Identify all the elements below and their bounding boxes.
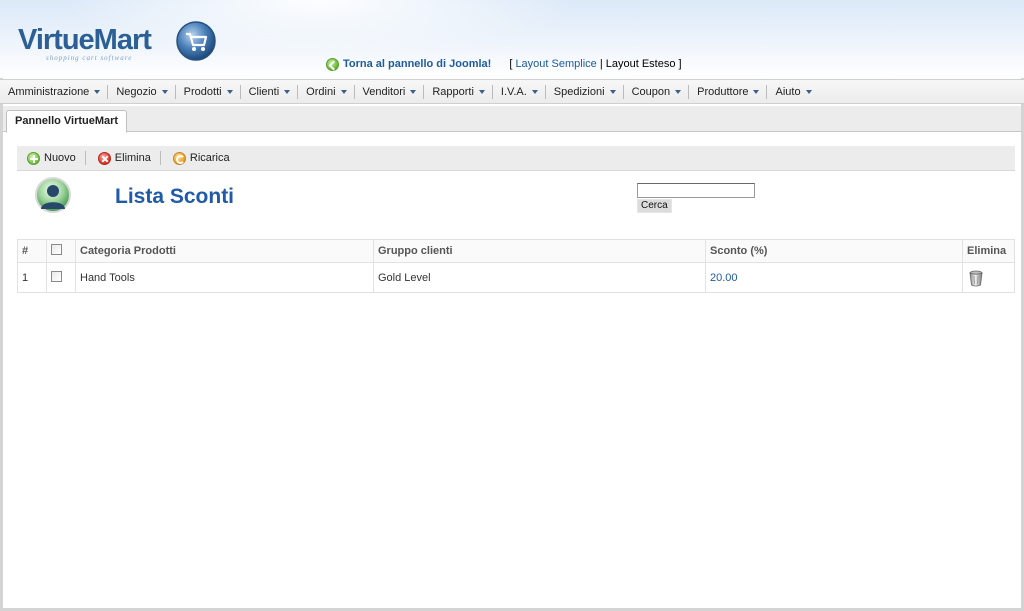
chevron-down-icon bbox=[478, 90, 485, 94]
trash-icon[interactable] bbox=[967, 269, 985, 287]
chevron-down-icon bbox=[161, 90, 168, 94]
col-discount-header[interactable]: Sconto (%) bbox=[705, 239, 963, 263]
menu-label: Ordini bbox=[306, 85, 336, 98]
delete-button-label: Elimina bbox=[114, 152, 151, 164]
col-select-all-header bbox=[46, 239, 76, 263]
chevron-down-icon bbox=[805, 90, 812, 94]
menu-negozio[interactable]: Negozio bbox=[108, 84, 176, 99]
chevron-down-icon bbox=[284, 90, 291, 94]
check-circle-icon bbox=[326, 57, 339, 71]
col-num-header: # bbox=[17, 239, 47, 263]
chevron-down-icon bbox=[753, 90, 760, 94]
new-button[interactable]: Nuovo bbox=[27, 150, 76, 166]
row-category: Hand Tools bbox=[75, 262, 374, 293]
discount-table: # Categoria Prodotti Gruppo clienti Scon… bbox=[17, 239, 1015, 293]
layout-separator: | bbox=[599, 58, 603, 70]
menu-label: Clienti bbox=[248, 85, 280, 98]
col-group-header[interactable]: Gruppo clienti bbox=[373, 239, 706, 263]
toolbar: Nuovo Elimina Ricarica bbox=[17, 146, 1015, 171]
user-group-icon bbox=[35, 177, 71, 213]
row-delete-cell bbox=[962, 262, 1015, 293]
chevron-down-icon bbox=[94, 90, 101, 94]
menu-amministrazione[interactable]: Amministrazione bbox=[0, 84, 109, 99]
menu-label: Rapporti bbox=[432, 85, 474, 98]
menu-venditori[interactable]: Venditori bbox=[355, 84, 425, 99]
delete-button[interactable]: Elimina bbox=[97, 150, 151, 166]
menu-clienti[interactable]: Clienti bbox=[241, 84, 299, 99]
main-menu: Amministrazione Negozio Prodotti Clienti… bbox=[0, 79, 1024, 104]
chevron-down-icon bbox=[340, 90, 347, 94]
row-discount-cell: 20.00 bbox=[705, 262, 963, 293]
menu-rapporti[interactable]: Rapporti bbox=[424, 84, 493, 99]
header-links: Torna al pannello di Joomla! [ Layout Se… bbox=[326, 57, 682, 71]
menu-prodotti[interactable]: Prodotti bbox=[176, 84, 241, 99]
back-to-joomla-link[interactable]: Torna al pannello di Joomla! bbox=[343, 58, 491, 70]
x-circle-icon bbox=[97, 151, 111, 165]
select-all-checkbox[interactable] bbox=[51, 244, 62, 255]
menu-label: Aiuto bbox=[775, 85, 801, 98]
cart-globe-icon bbox=[176, 21, 216, 61]
search-button[interactable]: Cerca bbox=[637, 199, 672, 213]
chevron-down-icon bbox=[675, 90, 682, 94]
menu-label: Amministrazione bbox=[8, 85, 90, 98]
chevron-down-icon bbox=[410, 90, 417, 94]
row-select-cell bbox=[46, 262, 76, 293]
menu-label: I.V.A. bbox=[500, 85, 527, 98]
chevron-down-icon bbox=[226, 90, 233, 94]
search-input[interactable] bbox=[637, 183, 755, 198]
menu-spedizioni[interactable]: Spedizioni bbox=[546, 84, 624, 99]
page-title: Lista Sconti bbox=[115, 185, 235, 208]
toolbar-separator bbox=[159, 151, 161, 165]
menu-coupon[interactable]: Coupon bbox=[624, 84, 690, 99]
layout-extended-label: Layout Esteso bbox=[605, 58, 676, 70]
layout-simple-link[interactable]: Layout Semplice bbox=[515, 58, 596, 70]
toolbar-separator bbox=[84, 151, 86, 165]
menu-label: Venditori bbox=[362, 85, 406, 98]
menu-label: Negozio bbox=[116, 85, 157, 98]
row-group: Gold Level bbox=[373, 262, 706, 293]
table-row: 1 Hand Tools Gold Level 20.00 bbox=[17, 262, 1015, 293]
layout-bracket-close: ] bbox=[678, 58, 682, 70]
logo-tagline: shopping cart software bbox=[46, 54, 133, 62]
layout-bracket-open: [ bbox=[509, 58, 513, 70]
table-header-row: # Categoria Prodotti Gruppo clienti Scon… bbox=[17, 239, 1015, 263]
layout-switch: [ Layout Semplice | Layout Esteso ] bbox=[509, 58, 681, 70]
tab-pannello-virtuemart[interactable]: Pannello VirtueMart bbox=[6, 110, 128, 133]
menu-label: Spedizioni bbox=[553, 85, 605, 98]
menu-ordini[interactable]: Ordini bbox=[298, 84, 355, 99]
refresh-circle-icon bbox=[172, 151, 186, 165]
header: VirtueMart shopping cart software Torna … bbox=[0, 0, 1024, 78]
new-button-label: Nuovo bbox=[44, 152, 76, 164]
row-checkbox[interactable] bbox=[51, 270, 62, 282]
row-discount-link[interactable]: 20.00 bbox=[710, 272, 738, 284]
row-num: 1 bbox=[17, 262, 47, 293]
menu-aiuto[interactable]: Aiuto bbox=[767, 85, 818, 99]
chevron-down-icon bbox=[531, 90, 538, 94]
col-delete-header: Elimina bbox=[962, 239, 1015, 263]
menu-label: Prodotti bbox=[183, 85, 222, 98]
plus-circle-icon bbox=[27, 151, 40, 165]
menu-label: Coupon bbox=[631, 85, 671, 98]
chevron-down-icon bbox=[609, 90, 616, 94]
menu-produttore[interactable]: Produttore bbox=[689, 84, 768, 99]
col-category-header[interactable]: Categoria Prodotti bbox=[75, 239, 374, 263]
reload-button[interactable]: Ricarica bbox=[172, 150, 230, 166]
reload-button-label: Ricarica bbox=[189, 152, 230, 164]
logo-text: VirtueMart bbox=[18, 24, 152, 56]
tab-strip: Pannello VirtueMart bbox=[3, 106, 1021, 133]
menu-iva[interactable]: I.V.A. bbox=[493, 84, 546, 99]
virtuemart-logo[interactable]: VirtueMart shopping cart software bbox=[18, 6, 218, 64]
menu-label: Produttore bbox=[697, 85, 749, 98]
